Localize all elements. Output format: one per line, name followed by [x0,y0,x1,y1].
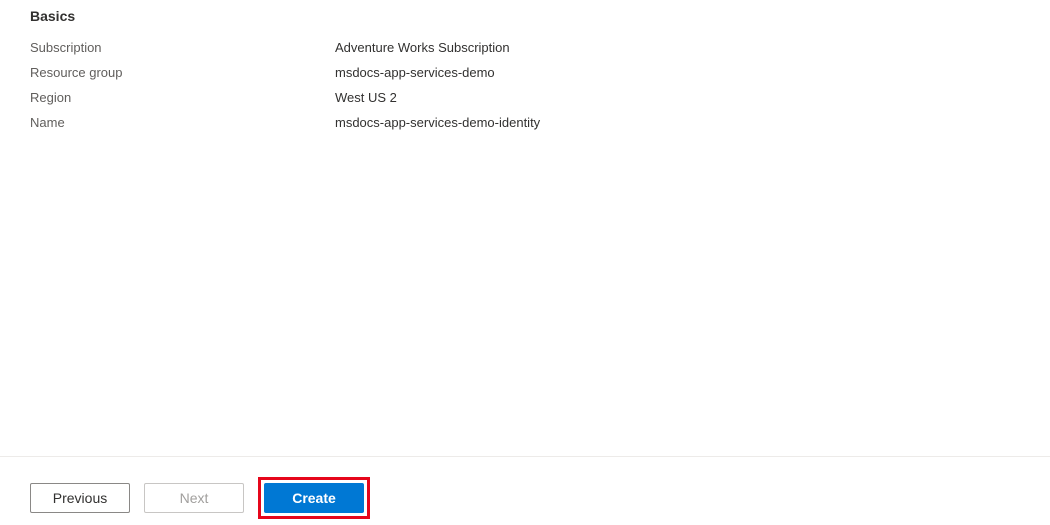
name-value: msdocs-app-services-demo-identity [335,115,540,130]
create-button[interactable]: Create [264,483,364,513]
subscription-value: Adventure Works Subscription [335,40,510,55]
region-value: West US 2 [335,90,397,105]
resource-group-label: Resource group [30,65,335,80]
name-label: Name [30,115,335,130]
summary-row: Subscription Adventure Works Subscriptio… [30,40,1050,55]
summary-row: Region West US 2 [30,90,1050,105]
region-label: Region [30,90,335,105]
subscription-label: Subscription [30,40,335,55]
review-section: Basics Subscription Adventure Works Subs… [0,0,1050,130]
wizard-footer: Previous Next Create [0,456,1050,525]
summary-row: Resource group msdocs-app-services-demo [30,65,1050,80]
resource-group-value: msdocs-app-services-demo [335,65,495,80]
previous-button[interactable]: Previous [30,483,130,513]
highlight-annotation: Create [258,477,370,519]
next-button: Next [144,483,244,513]
section-heading: Basics [30,8,1050,24]
summary-row: Name msdocs-app-services-demo-identity [30,115,1050,130]
